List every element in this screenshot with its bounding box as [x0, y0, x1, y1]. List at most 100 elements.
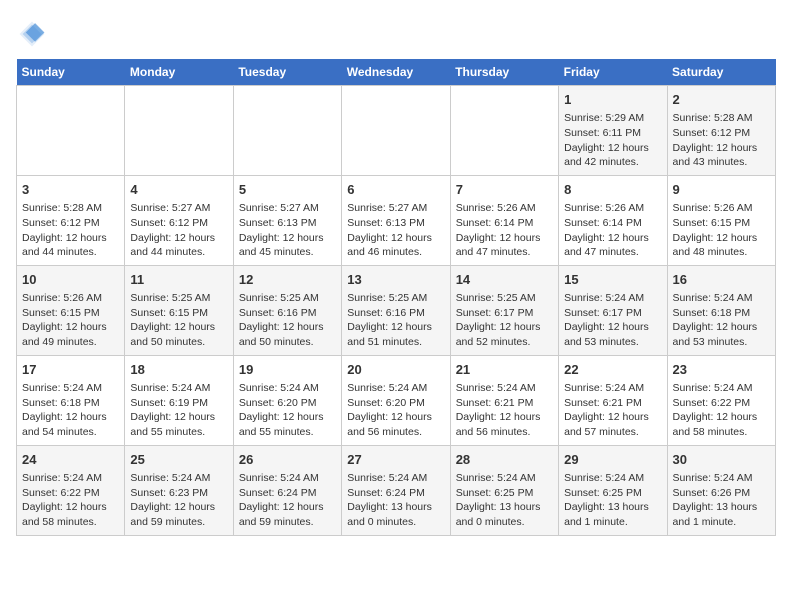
day-details: Sunrise: 5:25 AM Sunset: 6:15 PM Dayligh… [130, 291, 227, 350]
col-sunday: Sunday [17, 59, 125, 86]
day-details: Sunrise: 5:27 AM Sunset: 6:13 PM Dayligh… [239, 201, 336, 260]
day-number: 10 [22, 271, 119, 289]
day-details: Sunrise: 5:24 AM Sunset: 6:18 PM Dayligh… [22, 381, 119, 440]
day-number: 28 [456, 451, 553, 469]
day-number: 3 [22, 181, 119, 199]
calendar-cell: 3 Sunrise: 5:28 AM Sunset: 6:12 PM Daylig… [17, 175, 125, 265]
day-details: Sunrise: 5:24 AM Sunset: 6:25 PM Dayligh… [456, 471, 553, 530]
day-details: Sunrise: 5:24 AM Sunset: 6:18 PM Dayligh… [673, 291, 770, 350]
calendar-cell: 19Sunrise: 5:24 AM Sunset: 6:20 PM Dayli… [233, 355, 341, 445]
calendar-cell: 5Sunrise: 5:27 AM Sunset: 6:13 PM Daylig… [233, 175, 341, 265]
day-details: Sunrise: 5:26 AM Sunset: 6:14 PM Dayligh… [456, 201, 553, 260]
calendar-cell: 10 Sunrise: 5:26 AM Sunset: 6:15 PM Dayli… [17, 265, 125, 355]
day-number: 17 [22, 361, 119, 379]
day-number: 8 [564, 181, 661, 199]
day-details: Sunrise: 5:24 AM Sunset: 6:22 PM Dayligh… [22, 471, 119, 530]
day-details: Sunrise: 5:27 AM Sunset: 6:13 PM Dayligh… [347, 201, 444, 260]
day-number: 21 [456, 361, 553, 379]
day-number: 15 [564, 271, 661, 289]
day-number: 30 [673, 451, 770, 469]
calendar-cell: 26 Sunrise: 5:24 AM Sunset: 6:24 PM Dayli… [233, 445, 341, 535]
calendar-week-row: 17 Sunrise: 5:24 AM Sunset: 6:18 PM Dayli… [17, 355, 776, 445]
calendar-cell: 17 Sunrise: 5:24 AM Sunset: 6:18 PM Dayli… [17, 355, 125, 445]
day-details: Sunrise: 5:24 AM Sunset: 6:26 PM Dayligh… [673, 471, 770, 530]
day-details: Sunrise: 5:25 AM Sunset: 6:17 PM Dayligh… [456, 291, 553, 350]
calendar-cell: 9 Sunrise: 5:26 AM Sunset: 6:15 PM Daylig… [667, 175, 775, 265]
day-details: Sunrise: 5:24 AM Sunset: 6:25 PM Dayligh… [564, 471, 661, 530]
calendar-table: Sunday Monday Tuesday Wednesday Thursday… [16, 59, 776, 536]
day-details: Sunrise: 5:24 AM Sunset: 6:20 PM Dayligh… [347, 381, 444, 440]
calendar-cell: 4 Sunrise: 5:27 AM Sunset: 6:12 PM Daylig… [125, 175, 233, 265]
day-number: 12 [239, 271, 336, 289]
calendar-cell: 27Sunrise: 5:24 AM Sunset: 6:24 PM Dayli… [342, 445, 450, 535]
day-details: Sunrise: 5:26 AM Sunset: 6:14 PM Dayligh… [564, 201, 661, 260]
day-details: Sunrise: 5:25 AM Sunset: 6:16 PM Dayligh… [347, 291, 444, 350]
day-details: Sunrise: 5:24 AM Sunset: 6:24 PM Dayligh… [239, 471, 336, 530]
day-number: 9 [673, 181, 770, 199]
day-number: 1 [564, 91, 661, 109]
calendar-week-row: 24 Sunrise: 5:24 AM Sunset: 6:22 PM Dayli… [17, 445, 776, 535]
day-number: 6 [347, 181, 444, 199]
logo [16, 20, 50, 53]
calendar-body: 1 Sunrise: 5:29 AM Sunset: 6:11 PM Daylig… [17, 86, 776, 536]
day-details: Sunrise: 5:29 AM Sunset: 6:11 PM Dayligh… [564, 111, 661, 170]
calendar-cell: 28 Sunrise: 5:24 AM Sunset: 6:25 PM Dayli… [450, 445, 558, 535]
day-number: 11 [130, 271, 227, 289]
day-number: 16 [673, 271, 770, 289]
calendar-cell: 1 Sunrise: 5:29 AM Sunset: 6:11 PM Daylig… [559, 86, 667, 176]
day-number: 13 [347, 271, 444, 289]
day-details: Sunrise: 5:24 AM Sunset: 6:19 PM Dayligh… [130, 381, 227, 440]
calendar-cell: 21 Sunrise: 5:24 AM Sunset: 6:21 PM Dayli… [450, 355, 558, 445]
day-details: Sunrise: 5:24 AM Sunset: 6:22 PM Dayligh… [673, 381, 770, 440]
calendar-cell: 30 Sunrise: 5:24 AM Sunset: 6:26 PM Dayli… [667, 445, 775, 535]
day-details: Sunrise: 5:26 AM Sunset: 6:15 PM Dayligh… [22, 291, 119, 350]
calendar-cell: 24 Sunrise: 5:24 AM Sunset: 6:22 PM Dayli… [17, 445, 125, 535]
calendar-cell [125, 86, 233, 176]
day-details: Sunrise: 5:24 AM Sunset: 6:17 PM Dayligh… [564, 291, 661, 350]
col-friday: Friday [559, 59, 667, 86]
calendar-cell: 16 Sunrise: 5:24 AM Sunset: 6:18 PM Dayli… [667, 265, 775, 355]
calendar-week-row: 3 Sunrise: 5:28 AM Sunset: 6:12 PM Daylig… [17, 175, 776, 265]
day-details: Sunrise: 5:28 AM Sunset: 6:12 PM Dayligh… [673, 111, 770, 170]
calendar-cell: 6 Sunrise: 5:27 AM Sunset: 6:13 PM Daylig… [342, 175, 450, 265]
calendar-cell: 12Sunrise: 5:25 AM Sunset: 6:16 PM Dayli… [233, 265, 341, 355]
day-details: Sunrise: 5:24 AM Sunset: 6:23 PM Dayligh… [130, 471, 227, 530]
calendar-cell: 11 Sunrise: 5:25 AM Sunset: 6:15 PM Dayli… [125, 265, 233, 355]
col-wednesday: Wednesday [342, 59, 450, 86]
calendar-cell [342, 86, 450, 176]
calendar-cell: 18Sunrise: 5:24 AM Sunset: 6:19 PM Dayli… [125, 355, 233, 445]
day-number: 26 [239, 451, 336, 469]
day-details: Sunrise: 5:24 AM Sunset: 6:24 PM Dayligh… [347, 471, 444, 530]
page-header [16, 16, 776, 53]
calendar-cell: 22Sunrise: 5:24 AM Sunset: 6:21 PM Dayli… [559, 355, 667, 445]
calendar-cell: 20 Sunrise: 5:24 AM Sunset: 6:20 PM Dayli… [342, 355, 450, 445]
day-number: 19 [239, 361, 336, 379]
day-details: Sunrise: 5:27 AM Sunset: 6:12 PM Dayligh… [130, 201, 227, 260]
day-number: 20 [347, 361, 444, 379]
calendar-cell: 25Sunrise: 5:24 AM Sunset: 6:23 PM Dayli… [125, 445, 233, 535]
day-details: Sunrise: 5:24 AM Sunset: 6:21 PM Dayligh… [564, 381, 661, 440]
calendar-cell: 2 Sunrise: 5:28 AM Sunset: 6:12 PM Daylig… [667, 86, 775, 176]
calendar-cell: 15 Sunrise: 5:24 AM Sunset: 6:17 PM Dayli… [559, 265, 667, 355]
day-details: Sunrise: 5:26 AM Sunset: 6:15 PM Dayligh… [673, 201, 770, 260]
day-details: Sunrise: 5:28 AM Sunset: 6:12 PM Dayligh… [22, 201, 119, 260]
day-details: Sunrise: 5:24 AM Sunset: 6:21 PM Dayligh… [456, 381, 553, 440]
calendar-cell: 14Sunrise: 5:25 AM Sunset: 6:17 PM Dayli… [450, 265, 558, 355]
calendar-cell [17, 86, 125, 176]
day-number: 4 [130, 181, 227, 199]
day-number: 7 [456, 181, 553, 199]
calendar-cell: 8 Sunrise: 5:26 AM Sunset: 6:14 PM Daylig… [559, 175, 667, 265]
calendar-cell: 29Sunrise: 5:24 AM Sunset: 6:25 PM Dayli… [559, 445, 667, 535]
col-monday: Monday [125, 59, 233, 86]
col-saturday: Saturday [667, 59, 775, 86]
col-tuesday: Tuesday [233, 59, 341, 86]
day-number: 2 [673, 91, 770, 109]
calendar-cell: 13 Sunrise: 5:25 AM Sunset: 6:16 PM Dayli… [342, 265, 450, 355]
calendar-cell [233, 86, 341, 176]
calendar-cell [450, 86, 558, 176]
calendar-cell: 23 Sunrise: 5:24 AM Sunset: 6:22 PM Dayli… [667, 355, 775, 445]
calendar-week-row: 10 Sunrise: 5:26 AM Sunset: 6:15 PM Dayli… [17, 265, 776, 355]
col-thursday: Thursday [450, 59, 558, 86]
day-number: 23 [673, 361, 770, 379]
day-number: 24 [22, 451, 119, 469]
